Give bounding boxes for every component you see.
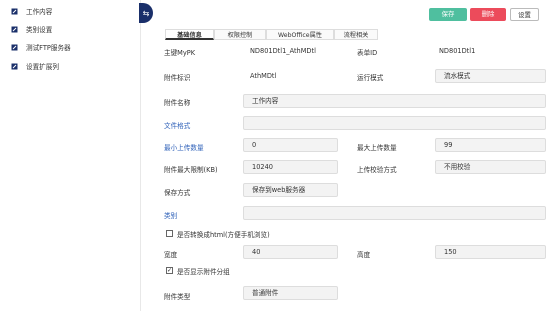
- category-label: 类别: [164, 212, 178, 220]
- max-size-label: 附件最大限制(KB): [164, 166, 218, 174]
- max-upload-label: 最大上传数量: [357, 144, 397, 152]
- attach-id-value: AthMDtl: [250, 72, 277, 80]
- sidebar-item-label: 测试FTP服务器: [26, 44, 71, 52]
- sidebar-toggle-button[interactable]: ⇆: [139, 3, 153, 23]
- sidebar-item-category-settings[interactable]: 类别设置: [11, 24, 52, 34]
- edit-icon: [11, 63, 18, 70]
- settings-button[interactable]: 设置: [510, 8, 539, 21]
- save-mode-label: 保存方式: [164, 189, 191, 197]
- sidebar-item-label: 类别设置: [26, 26, 53, 34]
- attach-type-select[interactable]: 普通附件: [243, 286, 338, 300]
- edit-icon: [11, 44, 18, 51]
- tab-weboffice[interactable]: WebOffice属性: [266, 29, 334, 40]
- form-panel: 主键MyPK ND801Dtl1_AthMDtl 表单ID ND801Dtl1 …: [155, 41, 554, 311]
- file-format-input[interactable]: [243, 116, 546, 130]
- edit-icon: [11, 8, 18, 15]
- tab-workflow[interactable]: 流程相关: [334, 29, 378, 40]
- sidebar: 工作内容 类别设置 测试FTP服务器 设置扩展列: [0, 0, 141, 311]
- attach-id-label: 附件标识: [164, 74, 191, 82]
- sidebar-item-work-content[interactable]: 工作内容: [11, 6, 52, 16]
- run-mode-label: 运行模式: [357, 74, 384, 82]
- sidebar-item-label: 设置扩展列: [26, 63, 59, 71]
- min-upload-label: 最小上传数量: [164, 144, 204, 152]
- show-group-label: 是否显示附件分组: [177, 268, 230, 276]
- html-convert-label: 是否转换成html(方便手机浏览): [177, 231, 270, 239]
- check-mode-label: 上传校验方式: [357, 166, 397, 174]
- width-input[interactable]: 40: [243, 245, 338, 259]
- table-id-label: 表单ID: [357, 49, 378, 57]
- sidebar-item-label: 工作内容: [26, 8, 53, 16]
- sidebar-item-test-ftp[interactable]: 测试FTP服务器: [11, 42, 71, 52]
- category-input[interactable]: [243, 206, 546, 220]
- file-format-label: 文件格式: [164, 122, 191, 130]
- collapse-icon: ⇆: [142, 8, 150, 18]
- save-button[interactable]: 保存: [429, 8, 467, 21]
- html-convert-checkbox[interactable]: [166, 230, 173, 237]
- sidebar-item-extend-columns[interactable]: 设置扩展列: [11, 61, 59, 71]
- attach-type-label: 附件类型: [164, 293, 191, 301]
- check-mode-select[interactable]: 不用校验: [435, 160, 546, 174]
- width-label: 宽度: [164, 251, 178, 259]
- max-size-input[interactable]: 10240: [243, 160, 338, 174]
- min-upload-input[interactable]: 0: [243, 138, 338, 152]
- run-mode-select[interactable]: 流水模式: [435, 69, 546, 83]
- delete-button[interactable]: 删除: [470, 8, 506, 21]
- save-mode-select[interactable]: 保存到web服务器: [243, 183, 338, 197]
- pk-value: ND801Dtl1_AthMDtl: [250, 47, 316, 55]
- attach-name-label: 附件名称: [164, 99, 191, 107]
- table-id-value: ND801Dtl1: [439, 47, 476, 55]
- height-input[interactable]: 150: [435, 245, 546, 259]
- tab-basic-info[interactable]: 基础信息: [165, 29, 214, 40]
- max-upload-input[interactable]: 99: [435, 138, 546, 152]
- edit-icon: [11, 26, 18, 33]
- attach-name-input[interactable]: 工作内容: [243, 94, 546, 108]
- height-label: 高度: [357, 251, 371, 259]
- tab-permission[interactable]: 权限控制: [214, 29, 266, 40]
- show-group-checkbox[interactable]: ✓: [166, 267, 173, 274]
- pk-label: 主键MyPK: [164, 49, 196, 57]
